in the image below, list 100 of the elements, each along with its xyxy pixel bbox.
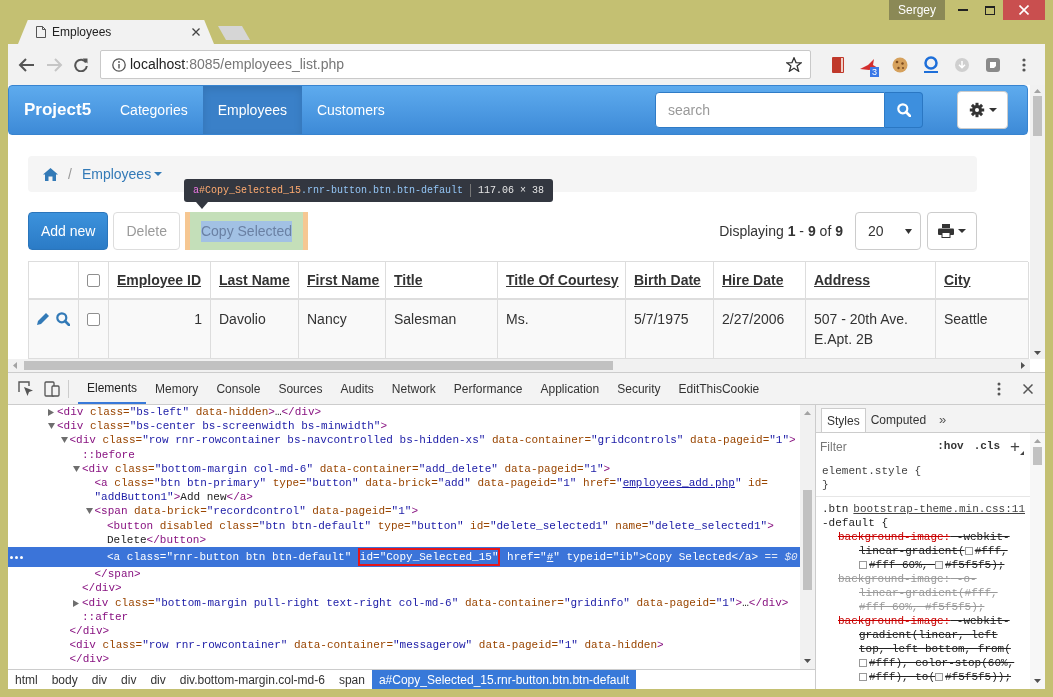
print-button[interactable] <box>927 212 977 250</box>
disclosure-triangle-icon[interactable] <box>48 409 54 416</box>
scrollbar-thumb[interactable] <box>803 490 812 590</box>
state-toggle-button[interactable]: :hov <box>937 438 964 455</box>
table-cell: 5/7/1975 <box>626 300 714 359</box>
dom-node[interactable]: <a class="rnr-button btn btn-default" id="Copy_Selected_15" href="#" typeid="ib">Copy Selected</a> == $0 <box>8 547 800 568</box>
css-declaration[interactable]: background-image: -webkit-gradient(linear, left top, left bottom, from( #fff), color-stop(60%, #fff), to( #f5f5f5)); <box>822 614 1019 684</box>
gear-icon <box>968 102 985 118</box>
dom-breadcrumb[interactable]: a#Copy_Selected_15.rnr-button.btn.btn-default <box>371 670 637 689</box>
menu-icon <box>1021 57 1026 72</box>
printer-icon <box>938 224 954 238</box>
devtools-tab[interactable]: EditThisCookie <box>669 373 769 404</box>
devtools-tab[interactable]: Console <box>207 373 270 404</box>
dom-node[interactable]: <div class="bottom-margin col-md-6" data-container="add_delete" data-pageid="1"> <box>82 461 611 476</box>
dom-breadcrumb[interactable]: body <box>44 670 85 689</box>
dom-node[interactable]: <div class="bottom-margin pull-right text-right col-md-6" data-container="gridinfo" data-pageid="1">…</div> <box>82 595 789 610</box>
dom-node[interactable]: ::after <box>82 609 129 625</box>
minimize-icon <box>957 9 968 11</box>
dropdown-arrow-icon <box>905 228 912 234</box>
back-arrow-icon[interactable] <box>18 57 34 72</box>
filter-field[interactable]: Filter <box>820 436 928 457</box>
extension-button[interactable]: 3 <box>853 50 884 79</box>
source-link[interactable]: bootstrap-theme.min.css:11 <box>853 502 1025 516</box>
checkbox[interactable] <box>87 273 100 287</box>
ring-icon <box>922 55 939 74</box>
close-icon[interactable] <box>192 28 200 36</box>
record-count-text: Displaying 1 - 9 of 9 <box>719 221 843 241</box>
devtools-tab[interactable]: Audits <box>331 373 383 404</box>
more-tabs-button[interactable]: » <box>939 408 947 432</box>
dom-node[interactable]: ::before <box>82 447 135 462</box>
corner-triangle-icon <box>1020 451 1024 455</box>
disclosure-triangle-icon[interactable] <box>60 437 68 444</box>
table-cell: 507 - 20th Ave. E.Apt. 2B <box>806 300 936 359</box>
checkbox[interactable] <box>87 313 100 326</box>
dom-node[interactable]: <button disabled class="btn btn-default" type="button" id="delete_selected1" name="delete_selected1"> Delete</button> <box>107 518 800 548</box>
dom-node[interactable]: <span data-brick="recordcontrol" data-pageid="1"> <box>94 504 418 519</box>
search-button[interactable] <box>885 92 923 128</box>
scroll-up-arrow-icon <box>1034 439 1041 443</box>
disclosure-triangle-icon[interactable] <box>73 465 80 472</box>
styles-tab[interactable]: Computed <box>865 408 932 432</box>
dom-breadcrumb[interactable]: html <box>8 670 45 689</box>
table-cell: 2/27/2006 <box>714 300 806 359</box>
state-toggle-button[interactable]: .cls <box>973 438 1001 455</box>
disclosure-triangle-icon[interactable] <box>48 423 55 430</box>
dom-breadcrumb[interactable]: div <box>84 670 115 689</box>
table-cell: Seattle <box>936 300 1029 359</box>
css-declaration[interactable]: background-image: -webkit-linear-gradient( #fff, #fff 60%, #f5f5f5); <box>822 530 1019 572</box>
dom-breadcrumb[interactable]: div.bottom-margin.col-md-6 <box>172 670 332 689</box>
search-icon <box>896 103 911 117</box>
css-rule-text: } <box>822 479 829 491</box>
breadcrumb-link[interactable]: Employees <box>81 163 163 185</box>
scrollbar-thumb[interactable] <box>1033 96 1042 136</box>
dom-node[interactable]: <div class="bs-center bs-screenwidth bs-minwidth"> <box>57 419 388 434</box>
scroll-up-arrow-icon <box>1034 89 1041 93</box>
more-dots-icon[interactable] <box>9 556 23 560</box>
dom-node[interactable]: <a class="btn btn-primary" type="button" data-brick="add" data-pageid="1" href="employees_add.php" id= "addButton1">Add new</a> <box>94 476 800 505</box>
caret-icon <box>154 172 163 176</box>
closing-tag: </div> <box>69 624 110 639</box>
nav-link[interactable]: Employees <box>202 86 302 134</box>
reload-icon[interactable] <box>74 57 88 72</box>
closing-tag: </div> <box>82 581 122 596</box>
dom-breadcrumb[interactable]: div <box>143 670 173 689</box>
dom-node[interactable]: <div class="row rnr-rowcontainer bs-navcontrolled bs-hidden-xs" data-container="gridcontrols" data-pageid="1"> <box>69 433 796 448</box>
scrollbar-thumb[interactable] <box>1033 447 1042 465</box>
page-size-select[interactable]: 20 <box>855 212 921 250</box>
devtools-tab[interactable]: Network <box>382 373 445 404</box>
profile-button[interactable]: Sergey <box>888 0 945 20</box>
inspect-icon[interactable] <box>18 380 34 397</box>
dom-node[interactable]: <div class="bs-left" data-hidden>…</div> <box>57 405 322 420</box>
address-field[interactable]: localhost:8085/employees_list.php <box>100 50 811 79</box>
styles-tab[interactable]: Styles <box>821 408 866 432</box>
new-rule-button[interactable]: + <box>1010 438 1020 455</box>
scroll-right-arrow-icon <box>1021 362 1025 369</box>
dom-node[interactable]: <div class="row rnr-rowcontainer" data-container="messagerow" data-pageid="1" data-hidden> <box>69 638 664 653</box>
devtools-tab[interactable]: Sources <box>269 373 332 404</box>
table-cell: Davolio <box>211 300 299 359</box>
device-icon[interactable] <box>44 380 60 397</box>
css-selector: -default { <box>822 517 888 529</box>
cookie-icon <box>891 56 908 73</box>
disclosure-triangle-icon[interactable] <box>73 599 79 607</box>
table-cell: Ms. <box>498 300 626 359</box>
dom-breadcrumb[interactable]: div <box>114 670 144 689</box>
home-icon[interactable] <box>43 167 58 181</box>
search-field[interactable]: search <box>655 92 885 128</box>
css-rule-text: element.style { <box>822 465 922 477</box>
devtools-tab[interactable]: Application <box>531 373 609 404</box>
settings-button[interactable] <box>957 91 1008 129</box>
scrollbar-thumb[interactable] <box>24 361 613 370</box>
star-icon[interactable] <box>786 57 802 72</box>
devtools-tab[interactable]: Memory <box>146 373 208 404</box>
disclosure-triangle-icon[interactable] <box>85 508 93 515</box>
browser-tab[interactable]: Employees <box>18 20 214 44</box>
devtools-tab[interactable]: Performance <box>444 373 532 404</box>
menu-icon[interactable] <box>997 381 1001 396</box>
devtools-tab[interactable]: Security <box>608 373 670 404</box>
close-icon[interactable] <box>1023 383 1033 394</box>
pencil-icon[interactable] <box>37 312 50 325</box>
dom-breadcrumb[interactable]: span <box>331 670 372 689</box>
toolbar-button[interactable]: Add new <box>28 212 109 250</box>
scroll-left-arrow-icon <box>13 362 17 369</box>
